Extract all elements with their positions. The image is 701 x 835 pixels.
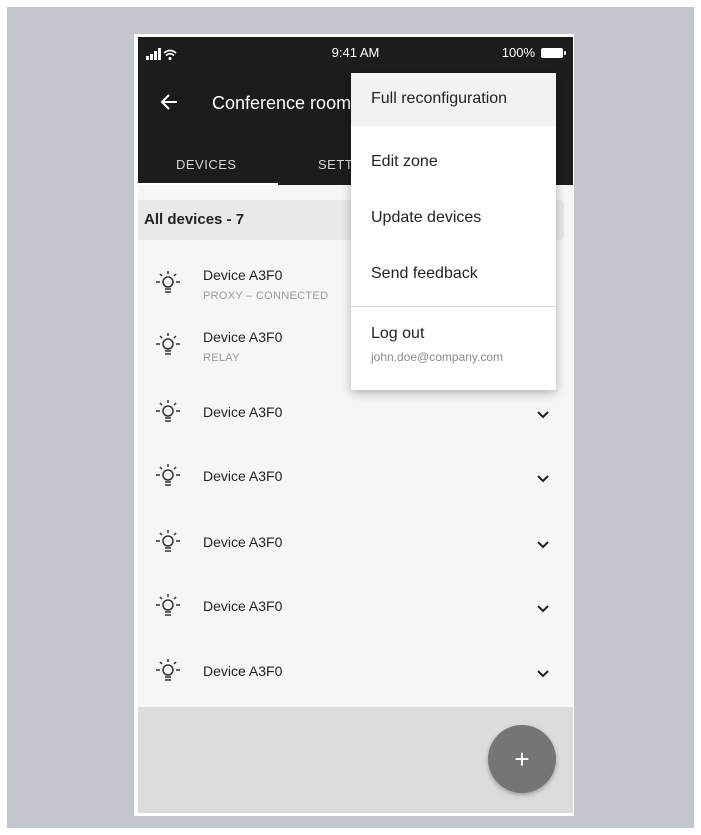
chevron-down-icon[interactable] (537, 665, 549, 683)
lightbulb-icon (156, 658, 180, 689)
menu-divider (351, 306, 556, 307)
battery-percent: 100% (501, 45, 535, 60)
menu-item-edit-zone[interactable]: Edit zone (351, 135, 556, 189)
menu-label: Edit zone (371, 153, 438, 170)
lightbulb-icon (156, 529, 180, 560)
device-row[interactable]: Device A3F0 (138, 512, 573, 572)
menu-item-log-out[interactable]: Log out john.doe@company.com (351, 313, 556, 383)
device-status: PROXY – CONNECTED (203, 290, 329, 302)
overflow-menu: Full reconfiguration Edit zone Update de… (351, 73, 556, 390)
battery-status: 100% (501, 45, 566, 60)
device-name: Device A3F0 (203, 404, 283, 420)
add-device-button[interactable]: + (488, 725, 556, 793)
user-email: john.doe@company.com (371, 350, 504, 364)
menu-item-send-feedback[interactable]: Send feedback (351, 247, 556, 301)
lightbulb-icon (156, 399, 180, 430)
plus-icon: + (514, 744, 530, 774)
active-tab-indicator (138, 183, 278, 185)
device-name: Device A3F0 (203, 598, 283, 614)
device-name: Device A3F0 (203, 267, 283, 283)
device-name: Device A3F0 (203, 468, 283, 484)
lightbulb-icon (156, 332, 180, 363)
lightbulb-icon (156, 270, 180, 301)
device-name: Device A3F0 (203, 534, 283, 550)
page-title: Conference room (212, 93, 352, 113)
tab-devices[interactable]: DEVICES (176, 157, 237, 172)
status-bar: 9:41 AM 100% (138, 37, 573, 67)
lightbulb-icon (156, 463, 180, 494)
menu-label: Full reconfiguration (371, 90, 508, 107)
chevron-down-icon[interactable] (537, 470, 549, 488)
menu-item-full-reconfiguration[interactable]: Full reconfiguration (351, 73, 556, 126)
back-button[interactable] (160, 93, 178, 115)
device-name: Device A3F0 (203, 329, 283, 345)
devices-count-label: All devices - 7 (144, 211, 245, 228)
device-row[interactable]: Device A3F0 (138, 382, 573, 442)
device-name: Device A3F0 (203, 663, 283, 679)
chevron-down-icon[interactable] (537, 600, 549, 618)
device-row[interactable]: Device A3F0 (138, 641, 573, 701)
device-row[interactable]: Device A3F0 (138, 446, 573, 506)
arrow-left-icon (160, 94, 177, 110)
device-row[interactable]: Device A3F0 (138, 576, 573, 636)
device-status: RELAY (203, 352, 240, 364)
menu-label: Send feedback (371, 265, 478, 282)
menu-label: Update devices (371, 209, 482, 226)
battery-icon (541, 47, 566, 58)
chevron-down-icon[interactable] (537, 536, 549, 554)
lightbulb-icon (156, 593, 180, 624)
chevron-down-icon[interactable] (537, 406, 549, 424)
menu-item-update-devices[interactable]: Update devices (351, 191, 556, 245)
menu-label: Log out (371, 325, 425, 342)
